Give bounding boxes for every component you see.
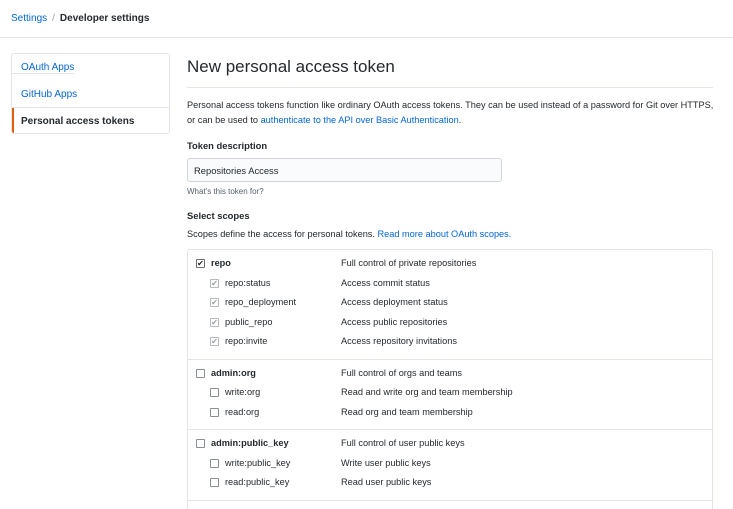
sub-scope-row: write:org Read and write org and team mem…	[188, 385, 712, 405]
sub-scope-row: ✔ public_repo Access public repositories	[188, 315, 712, 335]
sub-scope-row: write:public_key Write user public keys	[188, 456, 712, 476]
scope-name[interactable]: admin:public_key	[211, 438, 289, 448]
scope-checkbox[interactable]: ✔	[210, 317, 219, 327]
scope-description: Access repository invitations	[341, 336, 457, 346]
breadcrumb-settings-link[interactable]: Settings	[11, 13, 47, 24]
scopes-note-text: Scopes define the access for personal to…	[187, 229, 378, 239]
scope-checkbox[interactable]	[196, 368, 205, 378]
scope-checkbox[interactable]	[210, 388, 219, 397]
scope-checkbox[interactable]	[210, 478, 219, 487]
main-content: New personal access token Personal acces…	[187, 56, 713, 509]
scope-checkbox[interactable]: ✔	[210, 298, 219, 307]
token-description-input[interactable]	[187, 158, 502, 182]
scopes-list: ✔ repo Full control of private repositorie…	[187, 249, 713, 509]
sub-scope-row: read:org Read org and team membership	[188, 405, 712, 425]
sidebar-item-github-apps[interactable]: GitHub Apps	[12, 81, 169, 108]
scope-checkbox[interactable]: ✔	[210, 278, 219, 288]
sidebar-item-oauth-apps[interactable]: OAuth Apps	[12, 62, 75, 74]
scope-row: ✔ repo Full control of private repositorie…	[188, 256, 712, 276]
sidebar-item-personal-access-tokens[interactable]: Personal access tokens	[12, 108, 169, 133]
scope-name[interactable]: write:org	[225, 387, 260, 397]
scope-description: Full control of private repositories	[341, 258, 477, 268]
settings-sidebar: OAuth Apps GitHub Apps Personal access t…	[11, 53, 170, 134]
scope-description: Write user public keys	[341, 457, 431, 468]
intro-paragraph: Personal access tokens function like ord…	[187, 98, 717, 128]
scope-row: admin:public_key Full control of user pub…	[188, 436, 712, 456]
top-bar: Settings / Developer settings	[0, 0, 733, 38]
scope-name[interactable]: read:public_key	[225, 477, 289, 487]
intro-end: .	[458, 115, 462, 125]
scope-group: admin:public_key Full control of user pub…	[188, 430, 712, 501]
scope-name[interactable]: read:org	[225, 407, 259, 417]
oauth-scopes-link[interactable]: Read more about OAuth scopes.	[378, 229, 512, 239]
token-description-hint: What's this token for?	[187, 187, 264, 196]
scopes-note: Scopes define the access for personal to…	[187, 229, 511, 239]
breadcrumb: Settings / Developer settings	[11, 13, 149, 25]
scope-name[interactable]: repo_deployment	[225, 297, 296, 307]
breadcrumb-current: Developer settings	[59, 13, 150, 24]
scope-group: ✔ repo Full control of private repositorie…	[188, 250, 712, 360]
token-description-label: Token description	[187, 140, 268, 151]
scope-checkbox[interactable]	[196, 439, 205, 448]
sub-scope-row: ✔ repo:invite Access repository invitation…	[188, 334, 712, 354]
breadcrumb-separator: /	[52, 13, 55, 24]
scope-name[interactable]: admin:org	[211, 368, 256, 378]
scope-description: Read and write org and team membership	[341, 387, 513, 397]
scope-description: Full control of orgs and teams	[341, 367, 463, 378]
basic-auth-link[interactable]: authenticate to the API over Basic Authe…	[261, 115, 459, 125]
scope-description: Access deployment status	[341, 297, 448, 307]
page-title: New personal access token	[187, 56, 713, 88]
scope-checkbox[interactable]: ✔	[196, 259, 205, 268]
scope-name[interactable]: repo:invite	[225, 336, 267, 346]
scope-description: Read org and team membership	[341, 406, 473, 417]
scope-description: Full control of user public keys	[341, 438, 465, 448]
scope-checkbox[interactable]	[210, 458, 219, 468]
scope-checkbox[interactable]: ✔	[210, 337, 219, 346]
scope-name[interactable]: repo	[211, 258, 231, 268]
scope-group: admin:org Full control of orgs and teams w…	[188, 360, 712, 430]
scope-description: Read user public keys	[341, 477, 432, 487]
sub-scope-row: ✔ repo_deployment Access deployment status	[188, 295, 712, 315]
scope-description: Access public repositories	[341, 316, 448, 327]
sub-scope-row: read:public_key Read user public keys	[188, 475, 712, 495]
scope-row: admin:org Full control of orgs and teams	[188, 366, 712, 386]
sub-scope-row: ✔ repo:status Access commit status	[188, 276, 712, 296]
select-scopes-heading: Select scopes	[187, 210, 250, 221]
scope-name[interactable]: repo:status	[225, 278, 270, 288]
scope-name[interactable]: public_repo	[225, 317, 273, 327]
scope-checkbox[interactable]	[210, 407, 219, 417]
scope-description: Access commit status	[341, 277, 430, 288]
scope-name[interactable]: write:public_key	[225, 458, 290, 468]
